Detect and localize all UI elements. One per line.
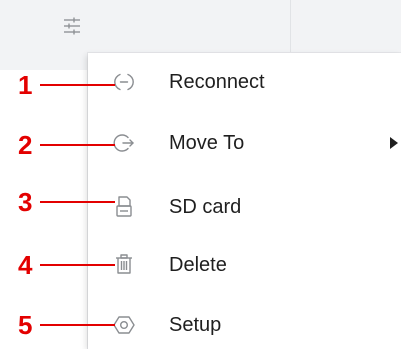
callout-line [40,84,115,86]
menu-item-sd-card[interactable]: SD card [88,179,401,235]
context-menu: Reconnect Move To SD card Delete Setup [88,53,401,349]
menu-item-delete[interactable]: Delete [88,237,401,293]
menu-item-label: Move To [169,131,245,154]
menu-item-label: SD card [169,195,242,218]
sd-card-icon [116,196,132,217]
callout-line [40,144,115,146]
reconnect-icon [114,73,134,91]
menu-item-setup[interactable]: Setup [88,297,401,349]
menu-item-label: Setup [169,313,222,336]
callout-line [40,201,115,203]
callout-line [40,324,115,326]
callout-number: 4 [18,250,33,280]
menu-item-reconnect[interactable]: Reconnect [88,54,401,110]
callout-number: 1 [18,70,33,100]
filter-icon[interactable] [62,16,82,36]
submenu-arrow-icon [390,137,398,149]
menu-item-label: Delete [169,253,227,276]
callout-line [40,264,115,266]
move-to-icon [113,134,134,152]
menu-item-move-to[interactable]: Move To [88,115,401,171]
menu-item-label: Reconnect [169,70,265,93]
callout-number: 5 [18,310,33,340]
callout-number: 3 [18,187,33,217]
callout-number: 2 [18,130,33,160]
screen: Reconnect Move To SD card Delete Setup 1… [0,0,401,349]
